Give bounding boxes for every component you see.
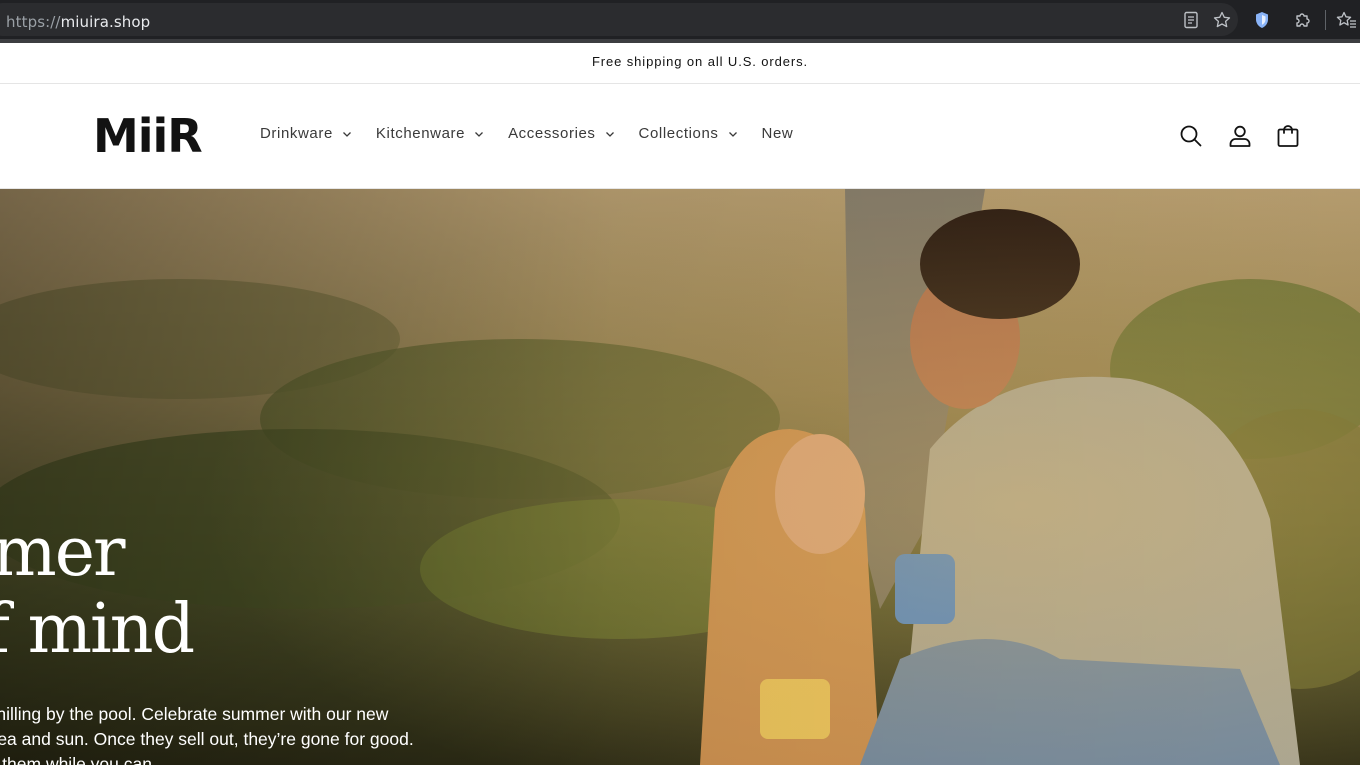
url-text[interactable]: https://miuira.shop (6, 13, 150, 31)
shield-extension-icon[interactable] (1252, 10, 1272, 30)
address-bar[interactable]: https://miuira.shop (0, 3, 1238, 36)
hero-heading-line: e of mind (0, 590, 195, 669)
announcement-text: Free shipping on all U.S. orders. (591, 54, 809, 69)
extensions-puzzle-icon[interactable] (1292, 10, 1312, 30)
nav-item-kitchenware[interactable]: Kitchenware (376, 125, 484, 142)
hero-description-line: lways, catch them while you can. (0, 754, 157, 765)
chevron-down-icon (342, 131, 351, 137)
nav-item-label: Collections (638, 125, 719, 142)
hero-banner: ummer e of mind he beach. Chilling by th… (0, 189, 1360, 765)
reader-mode-icon[interactable] (1181, 10, 1201, 30)
chevron-down-icon (475, 131, 484, 137)
account-icon[interactable] (1227, 123, 1253, 149)
hero-heading-line: ummer (0, 513, 126, 592)
hero-description: he beach. Chilling by the pool. Celebrat… (0, 701, 562, 765)
url-scheme: https:// (6, 13, 61, 31)
cart-icon[interactable] (1275, 123, 1301, 149)
favorites-icon[interactable] (1336, 10, 1356, 30)
brand-logo[interactable]: MiiR (93, 110, 203, 162)
browser-toolbar: https://miuira.shop (0, 0, 1360, 43)
nav-item-label: Drinkware (260, 125, 333, 142)
bookmark-star-icon[interactable] (1212, 10, 1232, 30)
hero-photo (0, 189, 1360, 765)
site-header: MiiR Drinkware Kitchenware Accessories C… (0, 84, 1360, 189)
nav-item-label: Kitchenware (375, 125, 466, 142)
toolbar-divider (1325, 10, 1326, 30)
hero-description-line: he beach. Chilling by the pool. Celebrat… (0, 704, 389, 724)
nav-item-accessories[interactable]: Accessories (508, 125, 614, 142)
nav-item-drinkware[interactable]: Drinkware (260, 125, 352, 142)
main-nav: Drinkware Kitchenware Accessories Collec… (260, 125, 817, 142)
hero-description-line: ired by the sea and sun. Once they sell … (0, 729, 414, 749)
nav-item-new[interactable]: New (762, 125, 794, 142)
chevron-down-icon (728, 131, 737, 137)
hero-heading: ummer e of mind (0, 513, 195, 669)
url-host: miuira.shop (60, 13, 151, 31)
nav-item-collections[interactable]: Collections (639, 125, 738, 142)
announcement-bar: Free shipping on all U.S. orders. (0, 43, 1360, 84)
chevron-down-icon (605, 131, 614, 137)
nav-item-label: New (761, 125, 794, 142)
nav-item-label: Accessories (508, 125, 596, 142)
search-icon[interactable] (1178, 123, 1204, 149)
